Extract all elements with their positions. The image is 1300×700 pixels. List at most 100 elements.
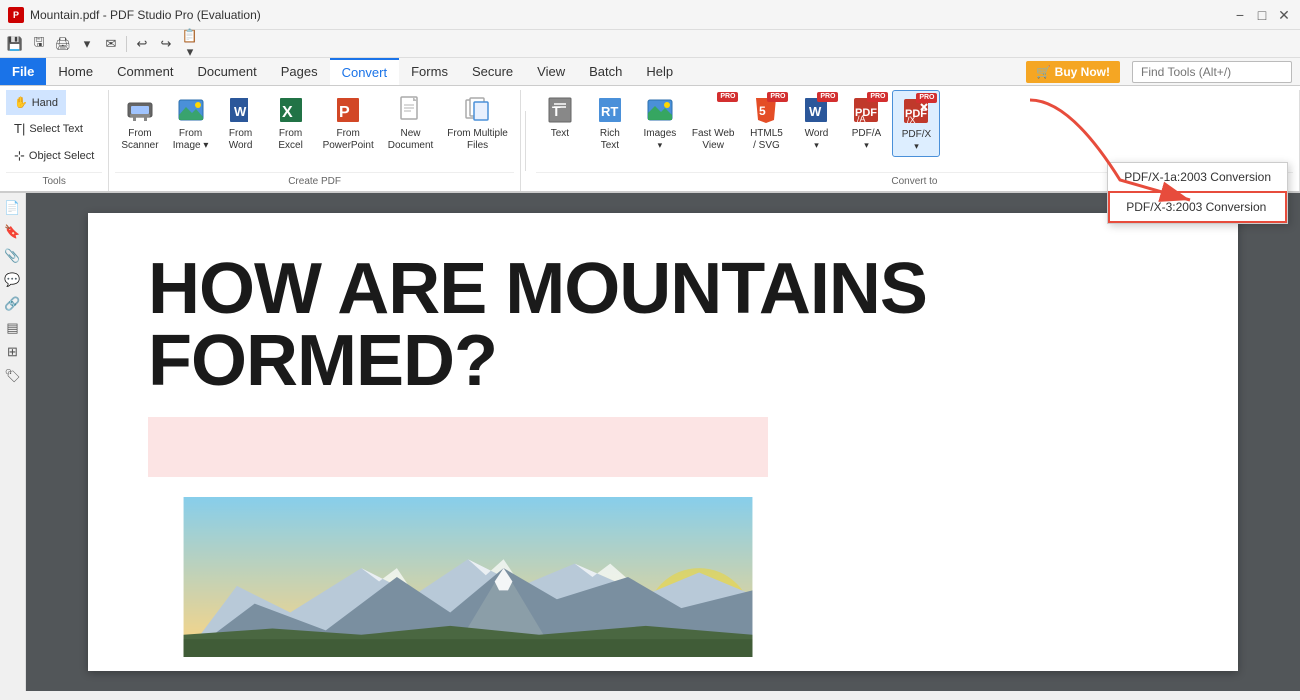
- menu-secure[interactable]: Secure: [460, 58, 525, 85]
- main-area: 📄 🔖 📎 💬 🔗 ▤ ⊞ 🏷 HOW ARE MOUNTAINS FORMED…: [0, 193, 1300, 691]
- left-comment-icon[interactable]: 💬: [2, 269, 24, 291]
- from-powerpoint-button[interactable]: P FromPowerPoint: [317, 90, 380, 156]
- from-multiple-files-button[interactable]: From MultipleFiles: [441, 90, 514, 156]
- create-pdf-group-label: Create PDF: [115, 172, 514, 191]
- from-scanner-label: FromScanner: [121, 128, 158, 152]
- redo-button[interactable]: ↪: [155, 33, 177, 55]
- left-page-icon[interactable]: 📄: [2, 197, 24, 219]
- select-text-button[interactable]: T| Select Text: [6, 115, 91, 142]
- from-excel-button[interactable]: X FromExcel: [267, 90, 315, 156]
- save-button[interactable]: 💾: [4, 33, 26, 55]
- maximize-button[interactable]: □: [1254, 7, 1270, 23]
- left-attach-icon[interactable]: 📎: [2, 245, 24, 267]
- images-label: Images: [643, 128, 676, 140]
- pdfx3-option[interactable]: PDF/X-3:2003 Conversion: [1108, 191, 1287, 223]
- fast-web-view-label: Fast WebView: [692, 128, 735, 152]
- hand-icon: ✋: [14, 96, 28, 109]
- pro-badge-pdfx: PRO: [916, 93, 937, 103]
- rich-text-label: RichText: [600, 128, 620, 152]
- left-sidebar: 📄 🔖 📎 💬 🔗 ▤ ⊞ 🏷: [0, 193, 26, 691]
- tool-search-input[interactable]: [1132, 61, 1292, 83]
- new-document-label: NewDocument: [388, 128, 434, 152]
- object-select-icon: ⊹: [14, 148, 25, 164]
- buy-now-button[interactable]: 🛒 Buy Now!: [1026, 61, 1120, 83]
- rich-text-icon: RT: [594, 94, 626, 126]
- hand-label: Hand: [32, 97, 58, 109]
- menu-batch[interactable]: Batch: [577, 58, 634, 85]
- hand-tool-button[interactable]: ✋ Hand: [6, 90, 66, 115]
- pdfx1a-option[interactable]: PDF/X-1a:2003 Conversion: [1108, 163, 1287, 191]
- select-text-icon: T|: [14, 121, 25, 136]
- pdf-page: HOW ARE MOUNTAINS FORMED?: [88, 213, 1238, 671]
- left-bookmark-icon[interactable]: 🔖: [2, 221, 24, 243]
- menu-home[interactable]: Home: [46, 58, 105, 85]
- left-link-icon[interactable]: 🔗: [2, 293, 24, 315]
- menu-view[interactable]: View: [525, 58, 577, 85]
- menu-pages[interactable]: Pages: [269, 58, 330, 85]
- menu-comment[interactable]: Comment: [105, 58, 185, 85]
- svg-text:RT: RT: [601, 104, 618, 119]
- pro-badge-html5: PRO: [767, 92, 788, 102]
- pro-badge-word: PRO: [817, 92, 838, 102]
- from-scanner-icon: [124, 94, 156, 126]
- ribbon-tools-group: ✋ Hand T| Select Text ⊹ Object Select To…: [0, 90, 109, 191]
- from-powerpoint-label: FromPowerPoint: [323, 128, 374, 152]
- object-select-label: Object Select: [29, 150, 94, 162]
- new-document-button[interactable]: NewDocument: [382, 90, 440, 156]
- menu-bar: File Home Comment Document Pages Convert…: [0, 58, 1300, 86]
- close-button[interactable]: ✕: [1276, 7, 1292, 23]
- pdf-pink-block: [148, 417, 768, 477]
- images-button[interactable]: Images ▾: [636, 90, 684, 155]
- title-bar: P Mountain.pdf - PDF Studio Pro (Evaluat…: [0, 0, 1300, 30]
- menu-document[interactable]: Document: [185, 58, 268, 85]
- undo-button[interactable]: ↩: [131, 33, 153, 55]
- from-word-button[interactable]: W FromWord: [217, 90, 265, 156]
- email-button[interactable]: ✉: [100, 33, 122, 55]
- menu-file[interactable]: File: [0, 58, 46, 85]
- window-title: Mountain.pdf - PDF Studio Pro (Evaluatio…: [30, 8, 261, 22]
- from-scanner-button[interactable]: FromScanner: [115, 90, 164, 156]
- ribbon: ✋ Hand T| Select Text ⊹ Object Select To…: [0, 86, 1300, 193]
- new-document-icon: [395, 94, 427, 126]
- menu-help[interactable]: Help: [634, 58, 685, 85]
- from-excel-icon: X: [275, 94, 307, 126]
- print-button[interactable]: 🖨: [52, 33, 74, 55]
- pdfx-label: PDF/X: [902, 129, 931, 141]
- word-convert-button[interactable]: PRO W Word ▾: [792, 90, 840, 155]
- from-image-button[interactable]: FromImage ▾: [167, 90, 215, 156]
- left-tag-icon[interactable]: 🏷: [2, 365, 24, 387]
- pdfx-button[interactable]: PRO PDF /X PDF/X ▾: [892, 90, 940, 157]
- left-thumbnail-icon[interactable]: ⊞: [2, 341, 24, 363]
- text-label: Text: [551, 128, 569, 140]
- content-area: HOW ARE MOUNTAINS FORMED?: [26, 193, 1300, 691]
- svg-text:X: X: [282, 104, 293, 121]
- menu-forms[interactable]: Forms: [399, 58, 460, 85]
- minimize-button[interactable]: −: [1232, 7, 1248, 23]
- left-layers-icon[interactable]: ▤: [2, 317, 24, 339]
- from-excel-label: FromExcel: [278, 128, 302, 152]
- pro-badge-pdfa: PRO: [867, 92, 888, 102]
- select-text-label: Select Text: [29, 123, 83, 135]
- from-word-icon: W: [225, 94, 257, 126]
- pdf-main-title: HOW ARE MOUNTAINS FORMED?: [148, 253, 1178, 397]
- svg-text:/X: /X: [907, 115, 916, 125]
- custom-button[interactable]: 📋▾: [179, 33, 201, 55]
- object-select-button[interactable]: ⊹ Object Select: [6, 142, 102, 170]
- from-powerpoint-icon: P: [332, 94, 364, 126]
- app-icon: P: [8, 7, 24, 23]
- svg-text:W: W: [234, 104, 247, 119]
- print-arrow-button[interactable]: ▾: [76, 33, 98, 55]
- pdfa-button[interactable]: PRO PDF /A PDF/A ▾: [842, 90, 890, 155]
- svg-text:P: P: [339, 104, 350, 121]
- quick-access-toolbar: 💾 🖫 🖨 ▾ ✉ ↩ ↪ 📋▾: [0, 30, 1300, 58]
- pdf-mountain-image: [148, 497, 788, 657]
- menu-convert[interactable]: Convert: [330, 58, 400, 85]
- images-icon: [644, 94, 676, 126]
- fast-web-view-button[interactable]: PRO www Fast WebView: [686, 90, 741, 156]
- html5-svg-button[interactable]: PRO 5 HTML5/ SVG: [742, 90, 790, 156]
- rich-text-button[interactable]: RT RichText: [586, 90, 634, 156]
- text-convert-button[interactable]: T Text: [536, 90, 584, 144]
- svg-text:/A: /A: [857, 114, 866, 124]
- pdfx-dropdown-menu: PDF/X-1a:2003 Conversion PDF/X-3:2003 Co…: [1107, 162, 1288, 224]
- save-as-button[interactable]: 🖫: [28, 33, 50, 55]
